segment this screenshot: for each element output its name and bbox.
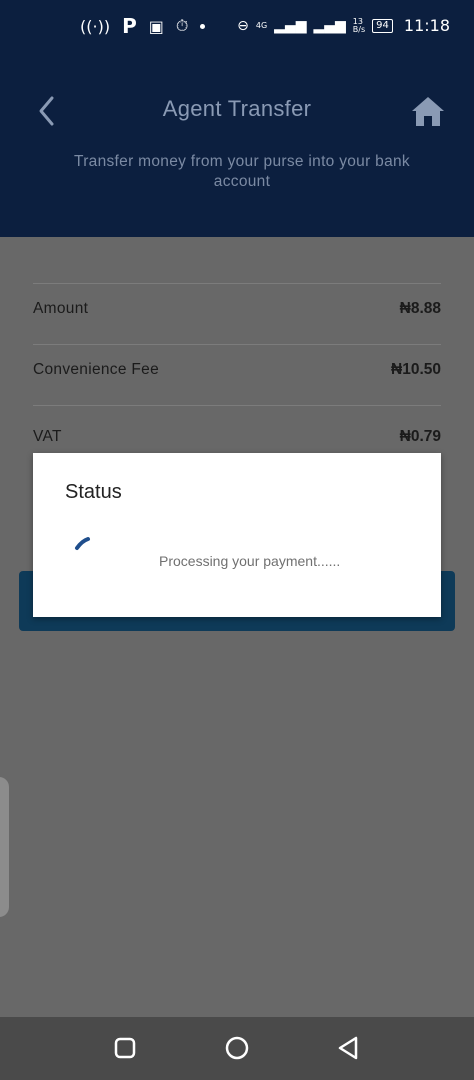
status-left-icons: ((·)) P ▣ ⏱ [80,14,206,38]
home-icon[interactable] [410,94,446,128]
signal-icon-2: ▂▄▆ [313,17,346,34]
circle-icon[interactable] [224,1035,250,1061]
divider [33,283,441,284]
signal-icon: ▂▄▆ [274,17,307,34]
battery-icon: 94 [372,18,393,33]
divider [33,344,441,345]
amount-label: Amount [33,300,89,317]
status-right-icons: ⊖ 4G ▂▄▆ ▂▄▆ 13 B/s 94 11:18 [237,16,450,35]
more-notifications-dot [200,23,206,29]
fee-label: Convenience Fee [33,361,159,378]
page-subtitle: Transfer money from your purse into your… [74,153,410,190]
dialog-message: Processing your payment...... [159,553,341,569]
network-type: 4G [255,20,268,30]
parking-icon: P [122,14,137,38]
spinner-icon [75,537,90,550]
status-bar: ((·)) P ▣ ⏱ ⊖ 4G ▂▄▆ ▂▄▆ 13 B/s 94 11:18 [0,0,474,54]
data-speed: 13 B/s [352,16,366,34]
triangle-back-icon[interactable] [336,1035,362,1061]
vat-label: VAT [33,428,62,445]
system-nav-bar [0,1017,474,1080]
app-notification-icon: ▣ [148,16,164,36]
clock: 11:18 [403,16,450,35]
page-title: Agent Transfer [162,96,312,121]
dialog-title: Status [65,481,122,503]
hotspot-icon: ((·)) [80,16,111,36]
side-drawer-handle[interactable] [0,777,9,917]
divider [33,405,441,406]
square-icon[interactable] [112,1035,138,1061]
amount-value: ₦8.88 [399,300,441,317]
app-header: ((·)) P ▣ ⏱ ⊖ 4G ▂▄▆ ▂▄▆ 13 B/s 94 11:18 … [0,0,474,237]
dnd-icon: ⊖ [237,17,249,34]
timer-icon: ⏱ [175,16,189,35]
fee-value: ₦10.50 [391,361,441,378]
status-dialog: Status Processing your payment...... [33,453,441,617]
vat-value: ₦0.79 [399,428,441,445]
